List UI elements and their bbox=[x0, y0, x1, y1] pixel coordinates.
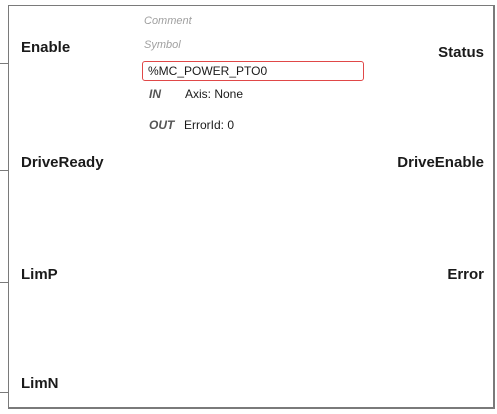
pin-connector-enable[interactable] bbox=[0, 63, 8, 64]
output-pin-driveenable[interactable]: DriveEnable bbox=[397, 154, 484, 172]
mc-power-function-block[interactable]: Comment Symbol %MC_POWER_PTO0 IN Axis: No… bbox=[8, 5, 495, 409]
comment-label[interactable]: Comment bbox=[144, 15, 192, 28]
param-direction-out: OUT bbox=[149, 118, 175, 132]
input-pin-enable[interactable]: Enable bbox=[21, 39, 70, 57]
symbol-input[interactable]: %MC_POWER_PTO0 bbox=[142, 61, 364, 81]
param-direction-in: IN bbox=[149, 87, 161, 101]
pin-connector-driveready[interactable] bbox=[0, 170, 8, 171]
output-pin-status[interactable]: Status bbox=[438, 44, 484, 62]
param-value-axis: Axis: None bbox=[185, 87, 244, 101]
input-pin-driveready[interactable]: DriveReady bbox=[21, 154, 104, 172]
function-block-canvas: Comment Symbol %MC_POWER_PTO0 IN Axis: No… bbox=[0, 0, 497, 414]
input-pin-limn[interactable]: LimN bbox=[21, 375, 59, 393]
param-row-errorid[interactable]: OUT ErrorId: 0 bbox=[149, 118, 234, 133]
param-row-axis[interactable]: IN Axis: None bbox=[149, 87, 243, 102]
pin-connector-limn[interactable] bbox=[0, 392, 8, 393]
output-pin-error[interactable]: Error bbox=[447, 266, 484, 284]
symbol-label: Symbol bbox=[144, 39, 181, 51]
pin-connector-limp[interactable] bbox=[0, 282, 8, 283]
param-value-errorid: ErrorId: 0 bbox=[184, 118, 235, 132]
input-pin-limp[interactable]: LimP bbox=[21, 266, 58, 284]
